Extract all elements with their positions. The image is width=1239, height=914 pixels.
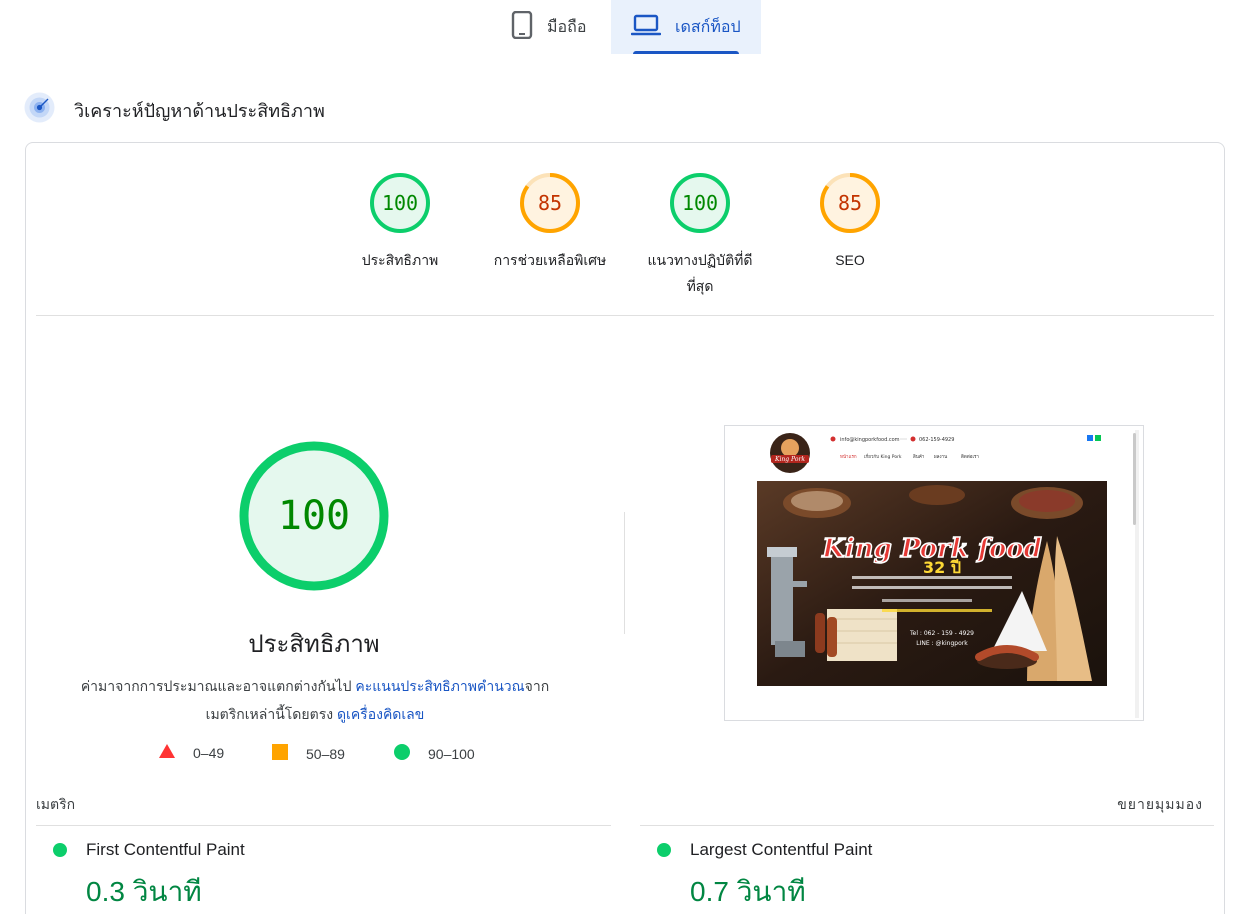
- score-calculation-link[interactable]: คะแนนประสิทธิภาพคำนวณ: [355, 678, 524, 694]
- score-value: 100: [682, 191, 718, 215]
- circle-icon: [394, 744, 410, 763]
- metric-name: Largest Contentful Paint: [690, 840, 873, 859]
- description-text: ค่ามาจากการประมาณและอาจแตกต่างกันไป: [80, 678, 356, 694]
- performance-title: ประสิทธิภาพ: [248, 631, 380, 658]
- preview-nav-item: ผลงาน: [934, 455, 947, 460]
- tab-desktop[interactable]: เดสก์ท็อป: [611, 0, 761, 54]
- performance-description: ค่ามาจากการประมาณและอาจแตกต่างกันไป คะแน…: [70, 672, 560, 728]
- performance-score-value: 100: [278, 493, 350, 539]
- preview-scrollbar: [1133, 433, 1136, 525]
- section-title: วิเคราะห์ปัญหาด้านประสิทธิภาพ: [74, 101, 325, 121]
- radar-icon: [24, 92, 55, 123]
- preview-nav-item: ติดต่อเรา: [961, 454, 980, 460]
- tab-desktop-label: เดสก์ท็อป: [675, 18, 741, 36]
- legend-item-pass: 90–100: [394, 744, 475, 763]
- score-ring: 100: [670, 173, 730, 233]
- section-divider: [36, 315, 1214, 316]
- performance-score-gauge: 100: [239, 441, 389, 591]
- pass-circle-icon: [53, 843, 67, 857]
- preview-hero-banner: King Pork food 32 ปี Tel : 062 - 159 - 4…: [757, 481, 1107, 686]
- preview-years: 32 ปี: [923, 558, 961, 577]
- legend-range: 90–100: [428, 745, 475, 762]
- score-value: 100: [382, 191, 418, 215]
- preview-nav-item: หน้าแรก: [840, 454, 857, 460]
- column-divider: [624, 512, 625, 634]
- tab-mobile[interactable]: มือถือ: [503, 0, 609, 54]
- preview-phone: 062-159-4929: [919, 437, 954, 443]
- legend-range: 50–89: [306, 745, 345, 762]
- metric-name: First Contentful Paint: [86, 840, 245, 859]
- score-ring: 85: [520, 173, 580, 233]
- legend-item-fail: 0–49: [159, 744, 224, 761]
- score-value: 85: [838, 191, 862, 215]
- metrics-header: เมตริก: [36, 796, 76, 812]
- preview-tel: Tel : 062 - 159 - 4929: [909, 630, 974, 637]
- metric-value: 0.7 วินาที: [690, 876, 806, 907]
- triangle-icon: [159, 744, 175, 761]
- preview-email: info@kingporkfood.com: [840, 437, 900, 443]
- svg-text:King Pork: King Pork: [774, 456, 805, 463]
- score-label: แนวทางปฏิบัติที่ดีที่สุด: [647, 252, 753, 294]
- square-icon: [272, 744, 288, 763]
- smartphone-icon: [511, 10, 533, 44]
- laptop-icon: [630, 14, 662, 41]
- tab-mobile-label: มือถือ: [547, 18, 587, 36]
- preview-nav-item: สินค้า: [913, 454, 925, 460]
- preview-line: LINE : @kingpork: [916, 640, 968, 647]
- tab-selected-indicator: [633, 51, 739, 54]
- score-ring: 85: [820, 173, 880, 233]
- score-gauge-seo[interactable]: 85 SEO: [760, 172, 940, 273]
- score-value: 85: [538, 191, 562, 215]
- legend-item-average: 50–89: [272, 744, 345, 763]
- calculator-link[interactable]: ดูเครื่องคิดเลข: [337, 706, 424, 722]
- metrics-divider: [36, 825, 611, 826]
- legend-range: 0–49: [193, 744, 225, 761]
- preview-nav-item: เกี่ยวกับ King Pork: [864, 453, 902, 460]
- metric-value: 0.3 วินาที: [86, 876, 202, 907]
- expand-view-toggle[interactable]: ขยายมุมมอง: [1117, 794, 1203, 816]
- pass-circle-icon: [657, 843, 671, 857]
- score-ring: 100: [370, 173, 430, 233]
- metrics-divider: [640, 825, 1214, 826]
- score-label: SEO: [835, 252, 865, 268]
